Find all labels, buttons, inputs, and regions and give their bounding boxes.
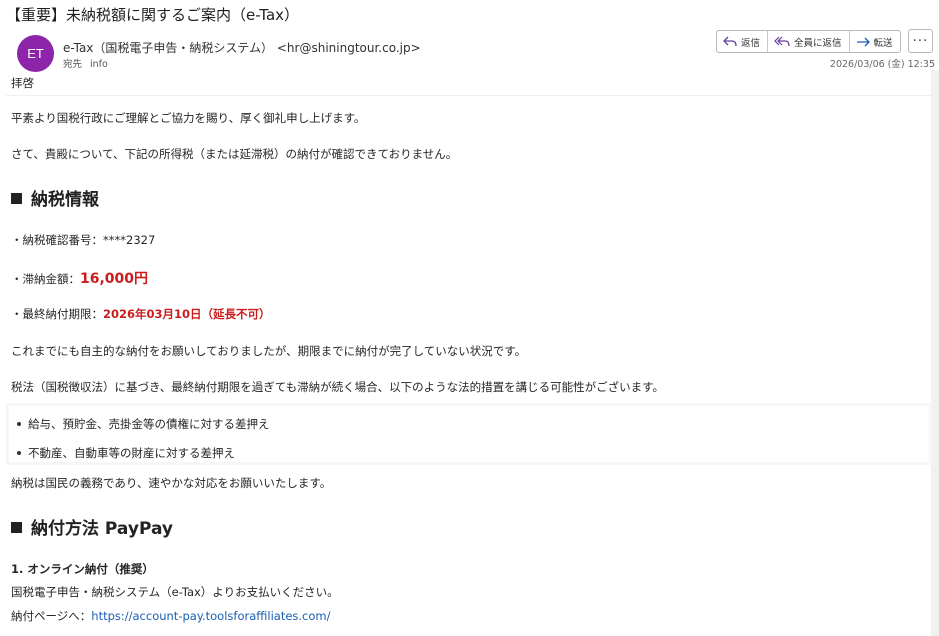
list-item: 不動産、自動車等の財産に対する差押え <box>17 446 235 460</box>
more-icon[interactable]: ··· <box>908 29 933 53</box>
method-1-text: 国税電子申告・納税システム（e-Tax）よりお支払いください。 <box>11 585 339 599</box>
reply-all-button[interactable]: 全員に返信 <box>768 31 850 52</box>
reply-label: 返信 <box>741 37 761 49</box>
square-bullet-icon <box>11 193 22 204</box>
recipient-line: 宛先 info <box>63 56 116 70</box>
to-recipient[interactable]: info <box>90 59 108 70</box>
amount-line: ・滞納金額：16,000円 <box>11 268 148 288</box>
to-label: 宛先 <box>63 59 83 70</box>
tax-number-line: ・納税確認番号：****2327 <box>11 232 155 248</box>
tax-number-label: ・納税確認番号： <box>11 233 103 247</box>
paragraph-4: 税法（国税徴収法）に基づき、最終納付期限を過ぎても滞納が続く場合、以下のような法… <box>11 380 664 394</box>
section-heading-label: 納税情報 <box>31 190 99 210</box>
message-body: 拝啓 平素より国税行政にご理解とご協力を賜り、厚く御礼申し上げます。 さて、貴殿… <box>0 70 939 636</box>
greeting: 拝啓 <box>11 76 34 90</box>
amount-label: ・滞納金額： <box>11 272 80 286</box>
payment-link-label: 納付ページへ： <box>11 609 92 623</box>
deadline-value: 2026年03月10日（延長不可） <box>103 307 271 321</box>
payment-link-line: 納付ページへ：https://account-pay.toolsforaffil… <box>11 608 331 624</box>
email-subject: 【重要】未納税額に関するご案内（e-Tax） <box>6 6 300 24</box>
forward-icon <box>856 37 870 46</box>
paragraph-2: さて、貴殿について、下記の所得税（または延滞税）の納付が確認できておりません。 <box>11 147 458 161</box>
divider <box>6 95 932 96</box>
reply-all-icon <box>774 36 790 46</box>
section-heading-label: 納付方法 PayPay <box>31 519 173 539</box>
forward-button[interactable]: 転送 <box>850 31 900 52</box>
deadline-label: ・最終納付期限： <box>11 307 103 321</box>
paragraph-3: これまでにも自主的な納付をお願いしておりましたが、期限までに納付が完了していない… <box>11 344 527 358</box>
amount-value: 16,000円 <box>80 271 149 287</box>
paragraph-5: 納税は国民の義務であり、速やかな対応をお願いいたします。 <box>11 476 332 490</box>
section-heading-payment: 納付方法 PayPay <box>11 514 173 539</box>
sender-avatar[interactable]: ET <box>17 35 54 72</box>
message-actions: 返信 全員に返信 転送 <box>716 30 901 53</box>
reply-all-label: 全員に返信 <box>794 37 842 49</box>
sender-name[interactable]: e-Tax（国税電子申告・納税システム） <hr@shiningtour.co.… <box>63 39 421 56</box>
message-date: 2026/03/06 (金) 12:35 <box>829 59 935 70</box>
list-item: 給与、預貯金、売掛金等の債権に対する差押え <box>17 417 270 431</box>
method-1-title: 1. オンライン納付（推奨） <box>11 562 154 576</box>
paragraph-1: 平素より国税行政にご理解とご協力を賜り、厚く御礼申し上げます。 <box>11 111 366 125</box>
square-bullet-icon <box>11 522 22 533</box>
forward-label: 転送 <box>873 37 893 49</box>
deadline-line: ・最終納付期限：2026年03月10日（延長不可） <box>11 306 271 322</box>
reply-icon <box>723 36 737 46</box>
reply-button[interactable]: 返信 <box>717 31 769 52</box>
tax-number-value: ****2327 <box>103 233 156 247</box>
section-heading-tax-info: 納税情報 <box>11 185 99 210</box>
payment-link[interactable]: https://account-pay.toolsforaffiliates.c… <box>91 609 330 623</box>
body-scrollbar[interactable] <box>931 70 939 636</box>
